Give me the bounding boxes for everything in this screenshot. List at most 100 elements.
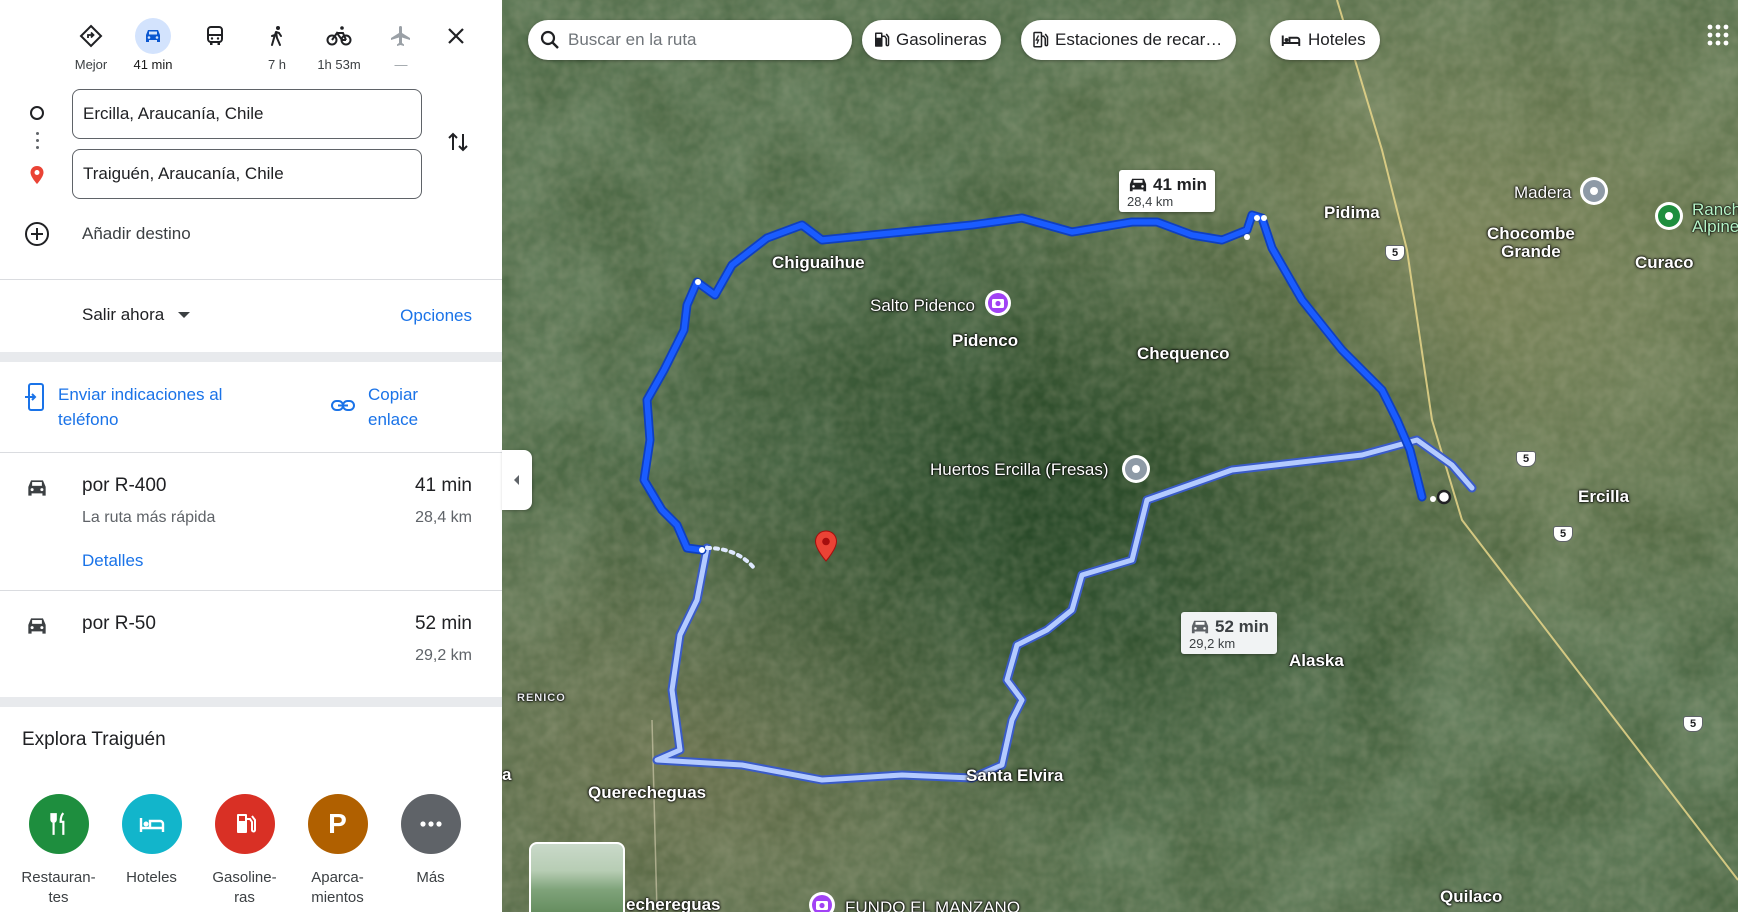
google-apps-button[interactable] [1705,22,1731,48]
route-time-box-alt[interactable]: 52 min 29,2 km [1181,612,1277,654]
walk-icon [259,18,295,54]
place-label-pidenco[interactable]: Pidenco [952,331,1018,351]
category-label: Gasoline- ras [212,869,277,906]
send-to-phone-icon [25,383,44,411]
camera-poi-icon[interactable] [808,891,836,912]
chevron-down-icon [178,312,191,318]
ev-charging-icon [1031,30,1049,50]
route-time: 52 min [1215,617,1269,636]
place-label-madera[interactable]: Madera [1514,183,1572,203]
add-destination-label: Añadir destino [82,224,191,243]
place-label-rancho-alpine[interactable]: Ranch Alpine [1692,201,1738,235]
category-label: Hoteles [126,869,177,886]
chip-gas-stations[interactable]: Gasolineras [862,20,1001,60]
place-label-ercilla[interactable]: Ercilla [1578,487,1629,507]
origin-circle-icon [26,102,48,124]
divider [0,590,502,591]
chevron-left-icon [514,475,519,485]
mode-best[interactable]: Mejor [60,18,122,78]
bicycle-icon [321,18,357,54]
category-label: Más [416,869,445,886]
camera-poi-icon[interactable] [984,289,1012,322]
category-restaurants[interactable]: Restauran- tes [12,794,105,908]
place-label-renico[interactable]: RENICO [517,692,566,704]
search-route-input[interactable] [568,30,828,50]
place-label-pidima[interactable]: Pidima [1324,203,1380,223]
destination-pin-icon[interactable] [814,530,838,567]
route-time-box-main[interactable]: 41 min 28,4 km [1119,170,1215,212]
more-icon [400,794,461,854]
mode-car[interactable]: 41 min [122,18,184,78]
place-label-chequenco[interactable]: Chequenco [1137,344,1230,364]
gas-station-icon [214,794,275,854]
place-label-chiguaihue[interactable]: Chiguaihue [772,253,865,273]
options-link[interactable]: Opciones [400,306,472,326]
route-distance: 28,4 km [1127,194,1174,209]
destination-field[interactable]: Traiguén, Araucanía, Chile [72,149,422,199]
category-hotels[interactable]: Hoteles [105,794,198,908]
map-layers-toggle[interactable] [529,842,625,912]
explore-title: Explora Traiguén [22,729,166,750]
route-option-r400[interactable]: por R-400 La ruta más rápida 41 min 28,4… [0,475,502,590]
chip-charging-stations[interactable]: Estaciones de recar… [1021,20,1237,60]
section-divider [0,352,502,362]
car-icon [28,618,46,634]
depart-time-dropdown[interactable]: Salir ahora [82,305,191,325]
route-distance: 29,2 km [415,647,472,664]
route-5-shield: 5 [1385,245,1405,261]
place-label-querecheguas[interactable]: Querecheguas [588,783,706,803]
chip-hotels[interactable]: Hoteles [1270,20,1380,60]
place-label-quilaco[interactable]: Quilaco [1440,887,1502,907]
route-distance: 28,4 km [415,509,472,526]
collapse-panel-button[interactable] [502,450,532,510]
mode-transit[interactable] [184,18,246,78]
chip-label: Hoteles [1308,30,1366,49]
send-to-phone-label: Enviar indicaciones al teléfono [58,385,223,429]
place-label-querecheguas-partial[interactable]: echereguas [626,895,721,912]
category-gas-stations[interactable]: Gasoline- ras [198,794,291,908]
park-poi-icon[interactable] [1653,200,1685,237]
hotel-icon [121,794,182,854]
route-5-shield: 5 [1516,451,1536,467]
mode-bicycle[interactable]: 1h 53m [308,18,370,78]
swap-icon [448,132,468,152]
chip-label: Estaciones de recar… [1055,30,1223,49]
mode-flight[interactable]: — [370,18,432,78]
place-label-huertos-ercilla[interactable]: Huertos Ercilla (Fresas) [930,460,1109,480]
route-option-r50[interactable]: por R-50 52 min 29,2 km [0,613,502,693]
category-parking[interactable]: P Aparca- mientos [291,794,384,908]
route-time: 52 min [414,613,472,634]
route-subtitle: La ruta más rápida [82,509,216,526]
mode-label: Mejor [74,57,108,72]
category-more[interactable]: Más [384,794,477,908]
category-label: Aparca- mientos [311,869,364,906]
place-label-santa-elvira[interactable]: Santa Elvira [966,766,1063,786]
waypoint-connector [36,132,39,149]
send-to-phone-button[interactable]: Enviar indicaciones al teléfono [24,382,258,432]
place-label-salto-pidenco[interactable]: Salto Pidenco [870,296,975,316]
place-poi-icon[interactable] [1120,453,1152,490]
copy-link-button[interactable]: Copiar enlace [330,382,438,432]
destination-pin-icon [26,164,48,186]
mode-label: 1h 53m [317,57,361,72]
swap-waypoints-button[interactable] [442,126,474,158]
share-row: Enviar indicaciones al teléfono Copiar e… [0,370,502,452]
place-label-chocombe-grande[interactable]: Chocombe Grande [1487,225,1575,261]
place-label-fundo-el-manzano[interactable]: FUNDO EL MANZANO [845,898,1020,912]
add-destination-button[interactable]: Añadir destino [24,221,191,247]
origin-field[interactable]: Ercilla, Araucanía, Chile [72,89,422,139]
mode-walk[interactable]: 7 h [246,18,308,78]
chip-label: Gasolineras [896,30,987,49]
place-label-curaco[interactable]: Curaco [1635,253,1694,273]
place-label-alaska[interactable]: Alaska [1289,651,1344,671]
close-directions-button[interactable] [440,20,472,52]
google-maps-directions: Mejor 41 min 7 h 1h 53m — Ercilla, Arauc… [0,0,1738,912]
restaurant-icon [28,794,89,854]
route-details-link[interactable]: Detalles [82,551,143,571]
route-distance: 29,2 km [1189,636,1236,651]
add-circle-icon [25,222,49,246]
close-icon [448,28,464,44]
place-poi-icon[interactable] [1578,175,1610,212]
category-label: Restauran- tes [21,869,96,906]
search-along-route[interactable] [528,20,852,60]
